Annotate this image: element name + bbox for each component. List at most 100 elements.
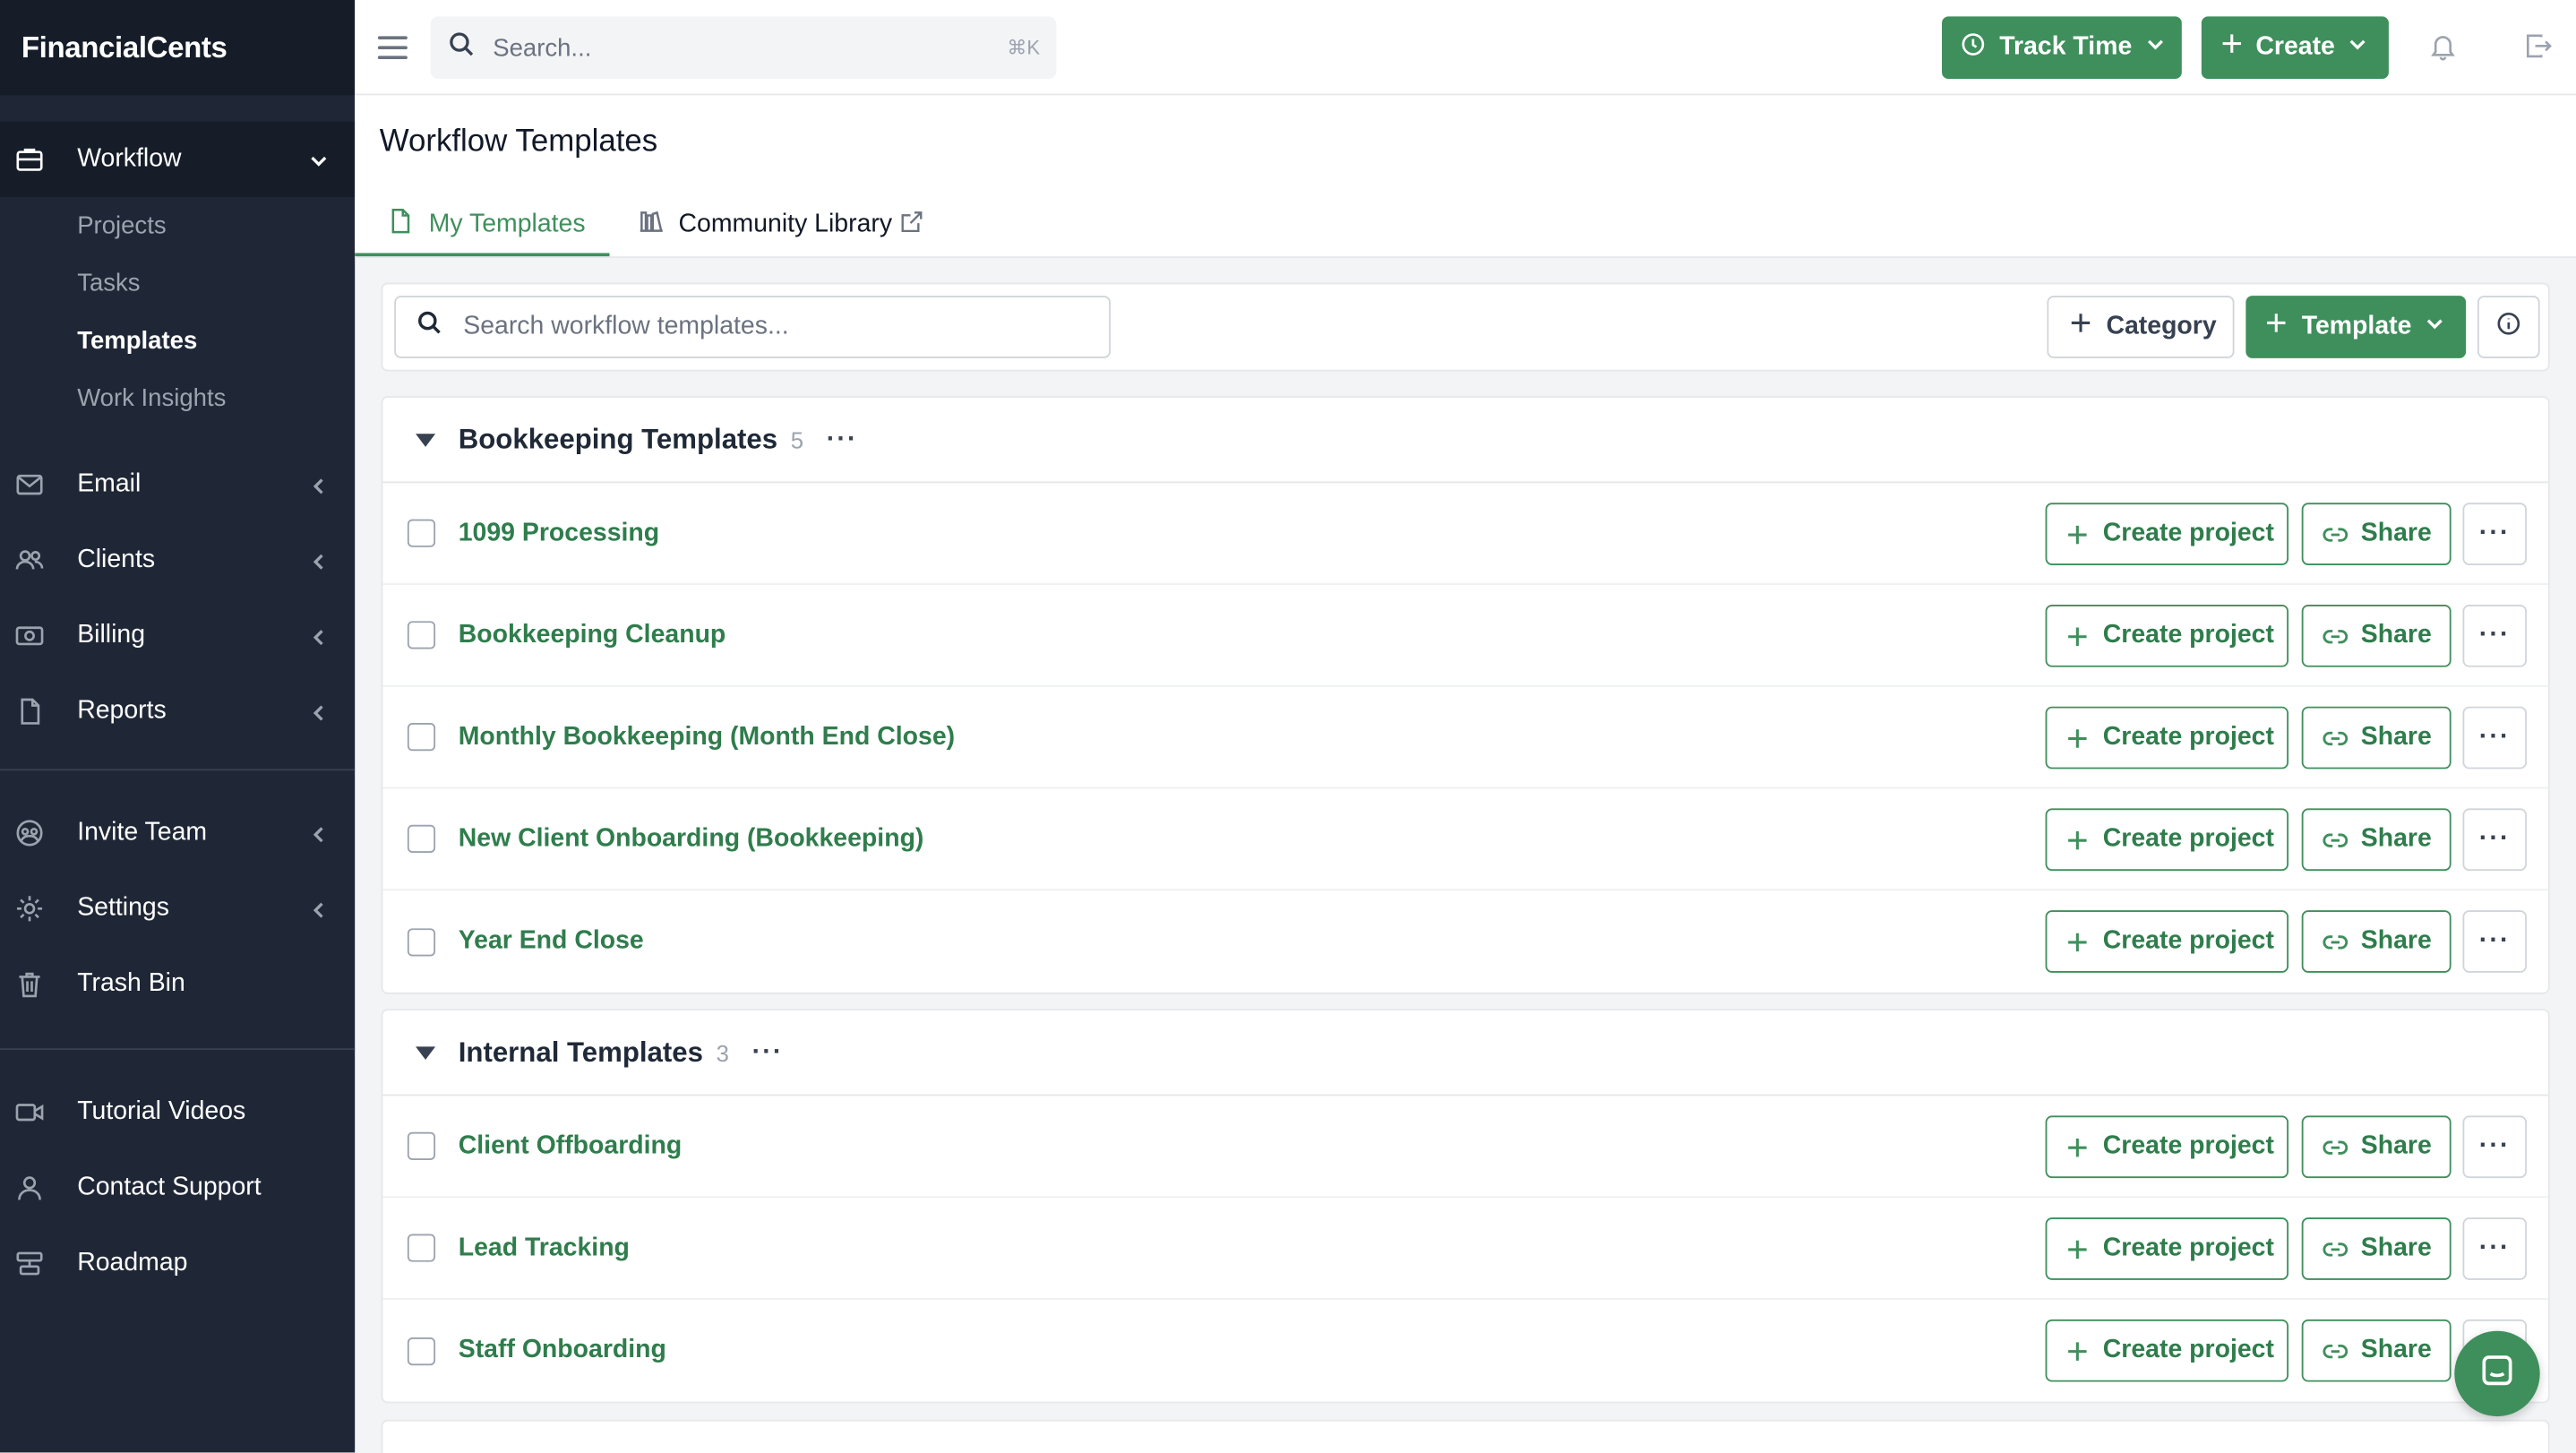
create-project-label: Create project [2102,1336,2274,1364]
sidebar-item-email[interactable]: Email [0,447,355,522]
sidebar-item-label: Billing [77,621,146,649]
sidebar-item-roadmap[interactable]: Roadmap [0,1225,355,1301]
sidebar-subitem-work-insights[interactable]: Work Insights [0,370,355,427]
template-name[interactable]: Monthly Bookkeeping (Month End Close) [459,722,955,752]
row-checkbox[interactable] [407,1337,436,1365]
row-more-button[interactable]: ··· [2462,706,2527,769]
create-project-button[interactable]: Create project [2045,604,2289,667]
chevron-left-icon [309,550,329,570]
brand-logo[interactable]: FinancialCents [0,0,356,96]
group-title: Internal Templates [458,1036,703,1068]
sidebar-item-trash-bin[interactable]: Trash Bin [0,946,355,1021]
create-project-label: Create project [2102,723,2274,752]
row-more-button[interactable]: ··· [2462,1217,2527,1280]
chevron-left-icon [309,823,329,843]
row-checkbox[interactable] [407,1131,436,1160]
row-more-button[interactable]: ··· [2462,503,2527,565]
group-more-icon[interactable]: ··· [752,1037,784,1067]
share-button[interactable]: Share [2301,604,2451,667]
collapse-caret-icon[interactable] [416,433,436,446]
share-button[interactable]: Share [2301,910,2451,973]
create-project-button[interactable]: Create project [2045,503,2289,565]
link-icon [2323,730,2348,745]
share-button[interactable]: Share [2301,1115,2451,1179]
row-more-button[interactable]: ··· [2462,808,2527,872]
create-project-button[interactable]: Create project [2045,1217,2289,1280]
share-label: Share [2360,926,2432,955]
share-button[interactable]: Share [2301,1319,2451,1382]
collapse-caret-icon[interactable] [416,1045,436,1060]
sidebar-subitem-projects[interactable]: Projects [0,197,355,254]
create-project-button[interactable]: Create project [2045,706,2289,769]
track-time-button[interactable]: Track Time [1942,16,2182,80]
template-name[interactable]: Year End Close [459,926,644,956]
row-checkbox[interactable] [407,621,436,649]
briefcase-icon [13,143,47,176]
sidebar-item-invite-team[interactable]: Invite Team [0,795,355,871]
sidebar-subitem-tasks[interactable]: Tasks [0,254,355,312]
template-row: Staff Onboarding Create project Share ··… [382,1300,2547,1402]
row-more-button[interactable]: ··· [2462,1115,2527,1179]
hamburger-menu-icon[interactable] [377,35,408,59]
template-search-input[interactable] [463,312,1088,342]
sidebar-subitem-templates[interactable]: Templates [0,312,355,369]
row-checkbox[interactable] [407,824,436,853]
share-button[interactable]: Share [2301,503,2451,565]
template-name[interactable]: Client Offboarding [459,1131,683,1161]
link-icon [2323,629,2348,643]
create-project-button[interactable]: Create project [2045,1115,2289,1179]
add-category-button[interactable]: Category [2047,296,2235,358]
template-label: Template [2301,312,2412,340]
row-checkbox[interactable] [407,1234,436,1262]
template-name[interactable]: Bookkeeping Cleanup [459,620,726,649]
row-checkbox[interactable] [407,519,436,547]
chat-launcher-button[interactable] [2454,1330,2540,1417]
plus-icon [2221,33,2243,63]
library-icon [638,207,665,243]
row-checkbox[interactable] [407,927,436,956]
sidebar-item-tutorial-videos[interactable]: Tutorial Videos [0,1075,355,1150]
tab-community-library[interactable]: Community Library [638,193,925,256]
bell-icon[interactable] [2428,31,2458,69]
create-project-button[interactable]: Create project [2045,1319,2289,1382]
sidebar-item-contact-support[interactable]: Contact Support [0,1150,355,1225]
share-button[interactable]: Share [2301,706,2451,769]
share-label: Share [2360,621,2432,649]
row-more-button[interactable]: ··· [2462,910,2527,973]
share-button[interactable]: Share [2301,808,2451,872]
track-time-label: Track Time [1999,32,2133,61]
group-count: 5 [790,426,804,453]
share-button[interactable]: Share [2301,1217,2451,1280]
template-name[interactable]: Lead Tracking [459,1234,630,1263]
tab-my-templates[interactable]: My Templates [386,193,586,256]
sidebar-item-workflow[interactable]: Workflow [0,121,356,198]
global-search-input[interactable] [493,33,986,62]
template-name[interactable]: New Client Onboarding (Bookkeeping) [459,824,924,854]
create-project-button[interactable]: Create project [2045,910,2289,973]
sidebar-item-reports[interactable]: Reports [0,674,355,749]
create-project-button[interactable]: Create project [2045,808,2289,872]
trash-icon [13,967,47,1001]
sidebar-item-label: Email [77,469,142,498]
template-name[interactable]: 1099 Processing [459,519,659,548]
template-name[interactable]: Staff Onboarding [459,1336,666,1365]
sidebar-section-main: Workflow Projects Tasks Templates Work I… [0,121,356,771]
row-checkbox[interactable] [407,723,436,752]
sidebar-item-label: Roadmap [77,1248,188,1277]
sidebar-item-billing[interactable]: Billing [0,598,355,674]
logout-icon[interactable] [2523,31,2553,69]
add-template-button[interactable]: Template [2245,296,2467,358]
sidebar-item-clients[interactable]: Clients [0,522,355,598]
group-count: 3 [716,1039,729,1066]
sidebar-item-label: Clients [77,545,156,574]
sidebar-item-label: Reports [77,696,167,725]
info-button[interactable] [2477,296,2540,358]
sidebar-item-settings[interactable]: Settings [0,871,355,946]
video-icon [13,1096,47,1129]
plus-icon [2068,1239,2087,1259]
create-button[interactable]: Create [2201,16,2389,80]
plus-icon [2068,524,2087,544]
row-more-button[interactable]: ··· [2462,604,2527,667]
group-more-icon[interactable]: ··· [827,425,858,454]
sidebar-section-help: Tutorial Videos Contact Support Roadmap [0,1050,355,1302]
